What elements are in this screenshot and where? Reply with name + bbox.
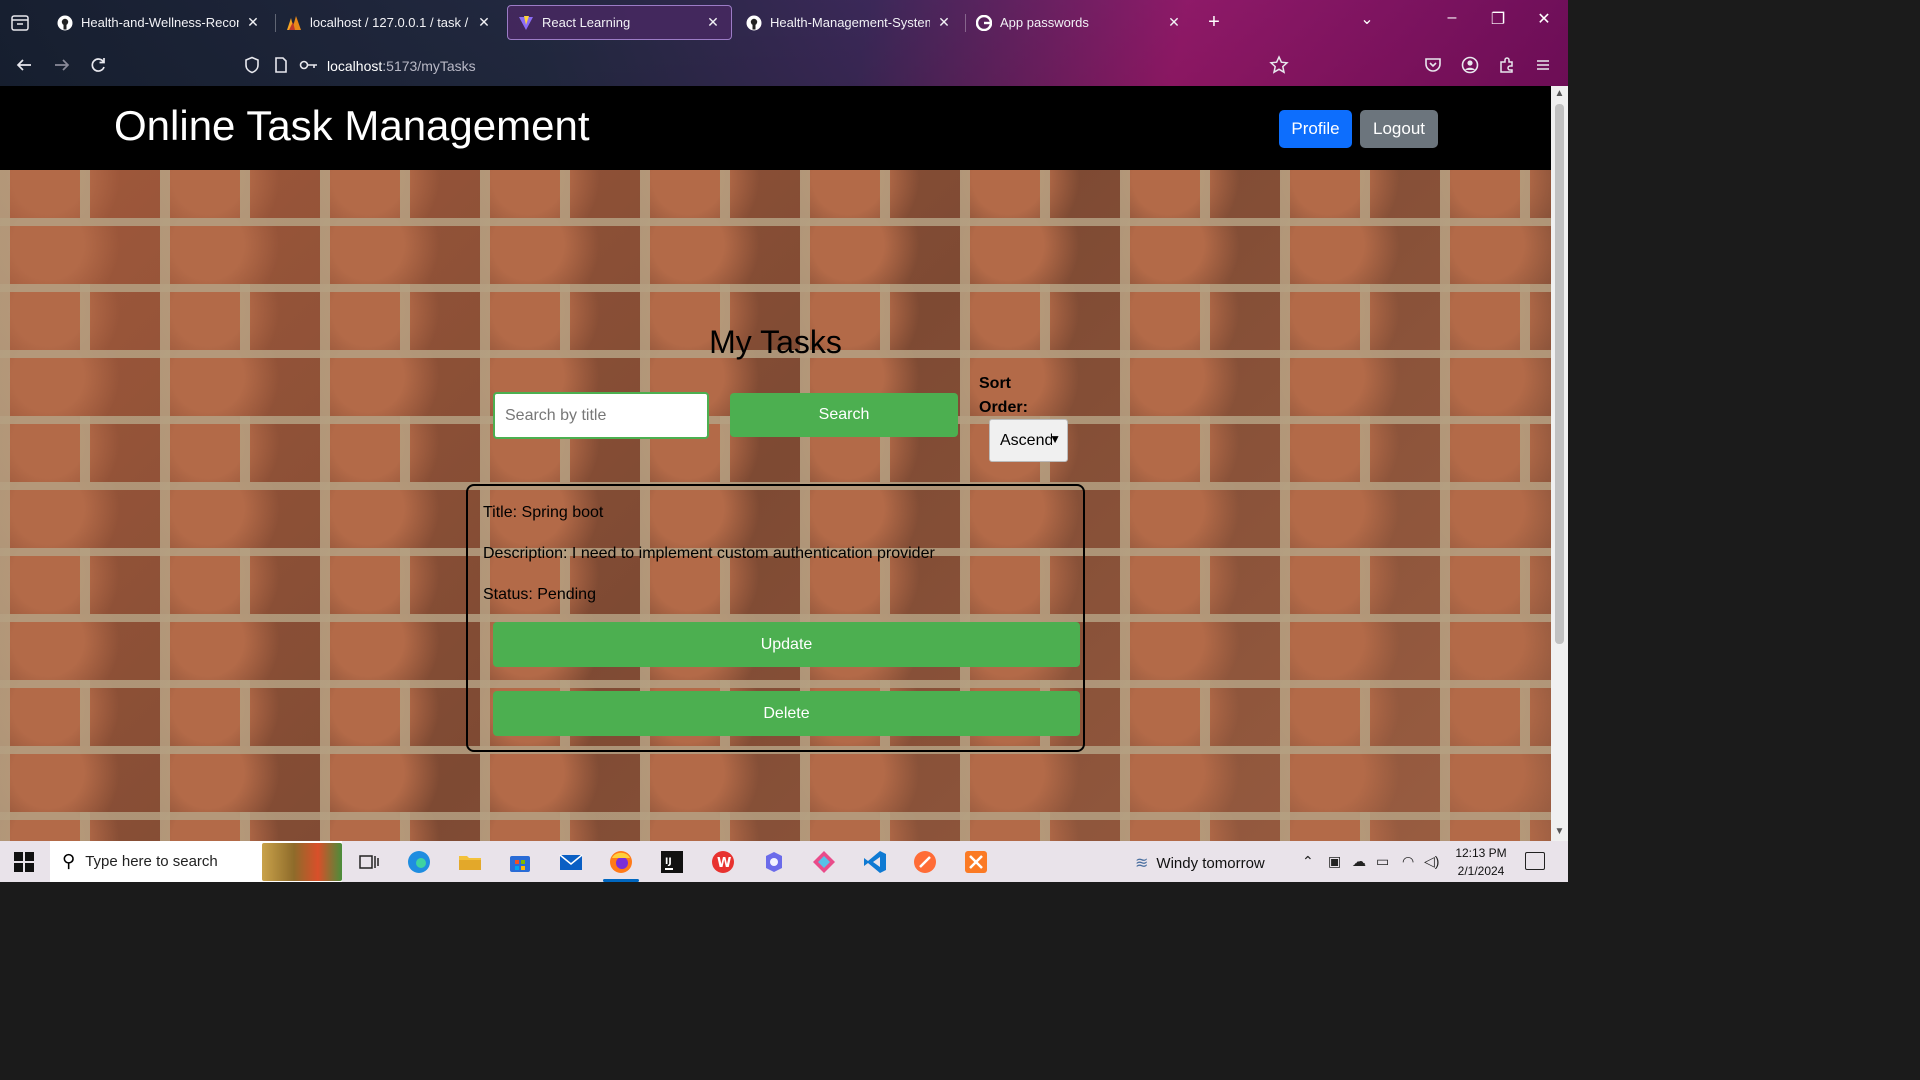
tab-react-learning[interactable]: React Learning ✕	[507, 5, 732, 40]
tab-health-management[interactable]: Health-Management-System/Fro ✕	[736, 5, 962, 40]
close-icon[interactable]: ✕	[476, 14, 492, 31]
github-icon	[746, 15, 762, 31]
address-bar[interactable]: localhost:5173/myTasks	[327, 58, 476, 74]
copilot-icon[interactable]	[760, 848, 788, 876]
nav-bar	[0, 45, 1568, 86]
books-illustration	[262, 843, 342, 881]
file-explorer-icon[interactable]	[456, 848, 484, 876]
shield-icon[interactable]	[241, 54, 263, 76]
page-icon[interactable]	[270, 54, 292, 76]
sort-order-select[interactable]: Ascending ▼	[989, 419, 1068, 462]
tab-list-icon[interactable]	[8, 11, 32, 35]
battery-icon[interactable]: ▭	[1376, 853, 1389, 870]
forward-icon[interactable]	[51, 54, 73, 76]
page-scrollbar[interactable]: ▲ ▼	[1551, 86, 1568, 841]
clock-time: 12:13 PM	[1455, 846, 1507, 860]
intellij-icon[interactable]: IJ	[658, 848, 686, 876]
close-icon[interactable]: ✕	[245, 14, 261, 31]
restore-icon[interactable]: ❐	[1483, 9, 1513, 29]
bookmark-star-icon[interactable]	[1268, 54, 1290, 76]
extensions-icon[interactable]	[1496, 54, 1518, 76]
chevron-up-icon[interactable]: ⌃	[1302, 853, 1314, 870]
scroll-down-icon[interactable]: ▼	[1554, 826, 1565, 837]
profile-button[interactable]: Profile	[1279, 110, 1352, 148]
chevron-down-icon: ▼	[1049, 432, 1061, 446]
reload-icon[interactable]	[87, 54, 109, 76]
scroll-thumb[interactable]	[1555, 104, 1564, 644]
wifi-icon[interactable]: ◠	[1402, 853, 1414, 870]
weather-text: Windy tomorrow	[1156, 854, 1265, 872]
task-card: Title: Spring boot Description: I need t…	[466, 484, 1085, 752]
mail-icon[interactable]	[557, 848, 585, 876]
logout-button[interactable]: Logout	[1360, 110, 1438, 148]
tab-bar: Health-and-Wellness-Recommend ✕ localhos…	[0, 0, 1568, 45]
svg-text:IJ: IJ	[665, 857, 672, 867]
github-icon	[57, 15, 73, 31]
firefox-icon[interactable]	[603, 848, 639, 882]
close-icon[interactable]: ✕	[1166, 14, 1182, 31]
windows-start-icon[interactable]	[14, 852, 34, 872]
menu-icon[interactable]	[1532, 54, 1554, 76]
weather-widget[interactable]: ≋ Windy tomorrow	[1135, 853, 1265, 873]
back-icon[interactable]	[13, 54, 35, 76]
key-icon[interactable]	[298, 54, 320, 76]
tab-title: Health-and-Wellness-Recommend	[81, 15, 239, 30]
sort-order-label: Sort Order:	[979, 375, 1028, 416]
notification-icon[interactable]	[1525, 852, 1545, 870]
browser-chrome: Health-and-Wellness-Recommend ✕ localhos…	[0, 0, 1568, 86]
page-title: My Tasks	[709, 324, 842, 360]
store-icon[interactable]	[506, 848, 534, 876]
close-icon[interactable]: ✕	[705, 14, 721, 31]
wps-office-icon[interactable]: W	[709, 848, 737, 876]
task-title: Title: Spring boot	[483, 504, 604, 521]
update-button[interactable]: Update	[493, 622, 1080, 667]
tab-app-passwords[interactable]: App passwords ✕	[966, 5, 1192, 40]
vscode-icon[interactable]	[861, 848, 889, 876]
tab-title: localhost / 127.0.0.1 / task / user	[310, 15, 470, 30]
tab-title: App passwords	[1000, 15, 1089, 30]
search-button[interactable]: Search	[730, 393, 958, 437]
taskbar: ⚲ Type here to search IJ W ≋ Windy tomor…	[0, 841, 1568, 882]
task-view-icon[interactable]	[355, 848, 383, 876]
onedrive-icon[interactable]: ☁	[1352, 853, 1366, 870]
vite-icon	[518, 15, 534, 31]
pocket-icon[interactable]	[1422, 54, 1444, 76]
sort-order-value: Ascending	[1000, 431, 1052, 449]
task-status: Status: Pending	[483, 586, 596, 603]
git-client-icon[interactable]	[810, 848, 838, 876]
search-input[interactable]	[493, 392, 709, 439]
scroll-up-icon[interactable]: ▲	[1554, 88, 1565, 99]
volume-icon[interactable]: ◁)	[1424, 853, 1439, 870]
app-title: Online Task Management	[114, 102, 590, 149]
system-clock[interactable]: 12:13 PM 2/1/2024	[1450, 844, 1512, 880]
tab-title: React Learning	[542, 15, 631, 30]
xampp-icon[interactable]	[962, 848, 990, 876]
taskbar-search-placeholder: Type here to search	[85, 853, 218, 870]
phpmyadmin-icon	[286, 15, 302, 31]
close-window-icon[interactable]: ✕	[1529, 9, 1559, 29]
tab-title: Health-Management-System/Fro	[770, 15, 930, 30]
task-description: Description: I need to implement custom …	[483, 545, 935, 562]
google-icon	[976, 14, 992, 31]
url-host: localhost	[327, 58, 383, 74]
meet-icon[interactable]: ▣	[1328, 853, 1341, 870]
edge-icon[interactable]	[405, 848, 433, 876]
tab-health-wellness[interactable]: Health-and-Wellness-Recommend ✕	[47, 5, 271, 40]
url-path: :5173/myTasks	[382, 58, 476, 74]
close-icon[interactable]: ✕	[936, 14, 952, 31]
svg-text:W: W	[717, 856, 731, 871]
postman-icon[interactable]	[911, 848, 939, 876]
search-icon: ⚲	[62, 851, 76, 871]
account-icon[interactable]	[1459, 54, 1481, 76]
app-header: Online Task Management Profile Logout	[0, 86, 1551, 170]
wind-icon: ≋	[1135, 855, 1149, 872]
delete-button[interactable]: Delete	[493, 691, 1080, 736]
new-tab-icon[interactable]: +	[1203, 11, 1225, 34]
page-viewport: Online Task Management Profile Logout My…	[0, 86, 1551, 841]
tab-phpmyadmin[interactable]: localhost / 127.0.0.1 / task / user ✕	[276, 5, 502, 40]
chevron-down-icon[interactable]: ⌄	[1352, 9, 1382, 29]
clock-date: 2/1/2024	[1457, 864, 1505, 878]
minimize-icon[interactable]: –	[1437, 9, 1467, 27]
